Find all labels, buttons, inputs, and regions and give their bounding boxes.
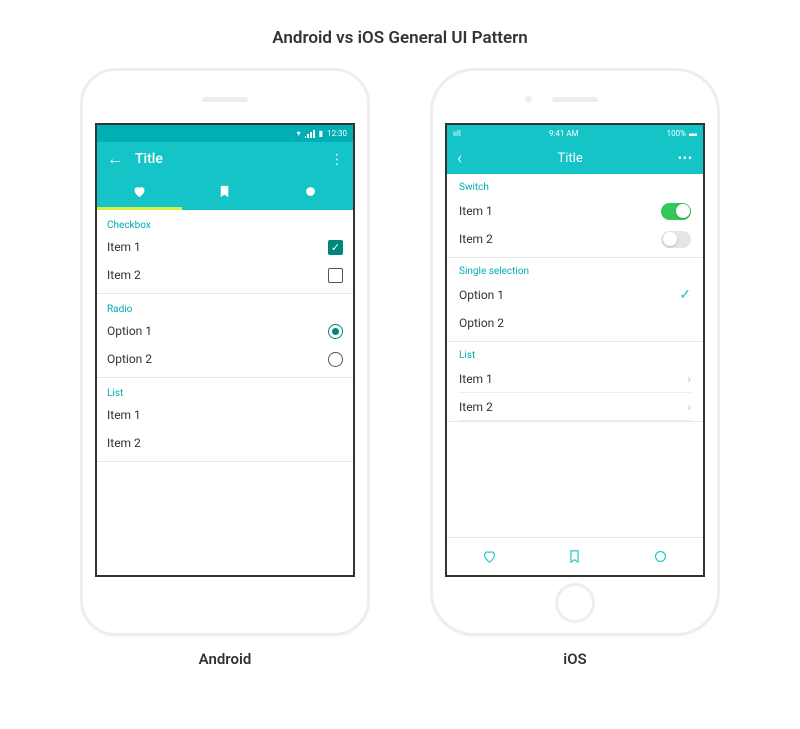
list-section: List Item 1› Item 2› (447, 342, 703, 422)
checkbox-icon[interactable]: ✓ (328, 240, 343, 255)
android-status-bar: ▾ ▮ 12:30 (97, 125, 353, 142)
item-label: Item 2 (107, 436, 343, 450)
nav-title: Title (462, 151, 677, 166)
android-screen: ▾ ▮ 12:30 ← Title ⋯ Checkbox Item 1✓ Ite… (95, 123, 355, 577)
page-title: Android vs iOS General UI Pattern (0, 0, 800, 68)
section-header: List (107, 384, 343, 401)
bookmark-icon (217, 184, 232, 199)
tab-favorites[interactable] (447, 538, 532, 575)
tab-bookmarks[interactable] (182, 176, 267, 210)
radio-icon[interactable] (328, 352, 343, 367)
chevron-right-icon: › (687, 400, 691, 414)
ios-screen: ııll 9:41 AM 100% ▬ ‹ Title ••• Switch I… (445, 123, 705, 577)
list-row[interactable]: Item 1› (459, 365, 691, 393)
wifi-icon: ▾ (297, 129, 301, 138)
list-row[interactable]: Item 2› (459, 393, 691, 421)
list-row[interactable]: Item 1 (107, 401, 343, 429)
circle-icon (652, 548, 669, 565)
android-app-bar: ← Title ⋯ (97, 142, 353, 176)
item-label: Option 1 (107, 324, 328, 338)
item-label: Option 2 (459, 316, 691, 330)
selection-row[interactable]: Option 1✓ (459, 281, 691, 309)
battery-icon: ▬ (689, 129, 697, 138)
ios-nav-bar: ‹ Title ••• (447, 142, 703, 174)
tab-bookmarks[interactable] (532, 538, 617, 575)
ios-caption: iOS (430, 650, 720, 668)
status-time: 12:30 (327, 129, 347, 138)
switch-toggle[interactable] (661, 203, 691, 220)
status-time: 9:41 AM (461, 129, 667, 138)
section-header: Single selection (459, 266, 691, 281)
tab-favorites[interactable] (97, 176, 182, 210)
app-bar-title: Title (135, 151, 330, 167)
signal-icon: ııll (453, 129, 461, 138)
camera (525, 96, 532, 103)
item-label: Option 2 (107, 352, 328, 366)
section-header: List (459, 350, 691, 365)
ios-tab-bar (447, 537, 703, 575)
speaker (202, 97, 248, 102)
checkbox-section: Checkbox Item 1✓ Item 2 (97, 210, 353, 294)
switch-toggle[interactable] (661, 231, 691, 248)
switch-section: Switch Item 1 Item 2 (447, 174, 703, 258)
item-label: Item 2 (459, 400, 687, 414)
item-label: Item 2 (107, 268, 328, 282)
list-section: List Item 1 Item 2 (97, 378, 353, 462)
home-button[interactable] (555, 583, 595, 623)
tab-circle[interactable] (618, 538, 703, 575)
speaker (552, 97, 598, 102)
back-arrow-icon[interactable]: ← (107, 149, 123, 169)
android-caption: Android (80, 650, 370, 668)
switch-row: Item 1 (459, 197, 691, 225)
ios-status-bar: ııll 9:41 AM 100% ▬ (447, 125, 703, 142)
section-header: Radio (107, 300, 343, 317)
selection-row[interactable]: Option 2 (459, 309, 691, 337)
android-phone-frame: ▾ ▮ 12:30 ← Title ⋯ Checkbox Item 1✓ Ite… (80, 68, 370, 636)
checkbox-icon[interactable] (328, 268, 343, 283)
radio-section: Radio Option 1 Option 2 (97, 294, 353, 378)
checkbox-row[interactable]: Item 1✓ (107, 233, 343, 261)
chevron-right-icon: › (687, 372, 691, 386)
bookmark-icon (566, 548, 583, 565)
overflow-menu-icon[interactable]: ⋯ (329, 153, 345, 166)
heart-icon (132, 184, 147, 199)
ios-phone-frame: ııll 9:41 AM 100% ▬ ‹ Title ••• Switch I… (430, 68, 720, 636)
battery-label: 100% (667, 129, 686, 138)
section-header: Switch (459, 182, 691, 197)
battery-icon: ▮ (319, 129, 323, 138)
heart-icon (481, 548, 498, 565)
item-label: Item 1 (459, 372, 687, 386)
radio-row[interactable]: Option 1 (107, 317, 343, 345)
item-label: Item 1 (107, 408, 343, 422)
checkbox-row[interactable]: Item 2 (107, 261, 343, 289)
item-label: Item 1 (459, 204, 661, 218)
tab-circle[interactable] (268, 176, 353, 210)
checkmark-icon: ✓ (679, 287, 691, 303)
item-label: Item 1 (107, 240, 328, 254)
radio-row[interactable]: Option 2 (107, 345, 343, 373)
item-label: Option 1 (459, 288, 679, 302)
switch-row: Item 2 (459, 225, 691, 253)
section-header: Checkbox (107, 216, 343, 233)
android-tab-bar (97, 176, 353, 210)
list-row[interactable]: Item 2 (107, 429, 343, 457)
more-icon[interactable]: ••• (678, 151, 693, 165)
single-selection-section: Single selection Option 1✓ Option 2 (447, 258, 703, 342)
radio-icon[interactable] (328, 324, 343, 339)
signal-icon (305, 130, 315, 138)
circle-icon (303, 184, 318, 199)
item-label: Item 2 (459, 232, 661, 246)
